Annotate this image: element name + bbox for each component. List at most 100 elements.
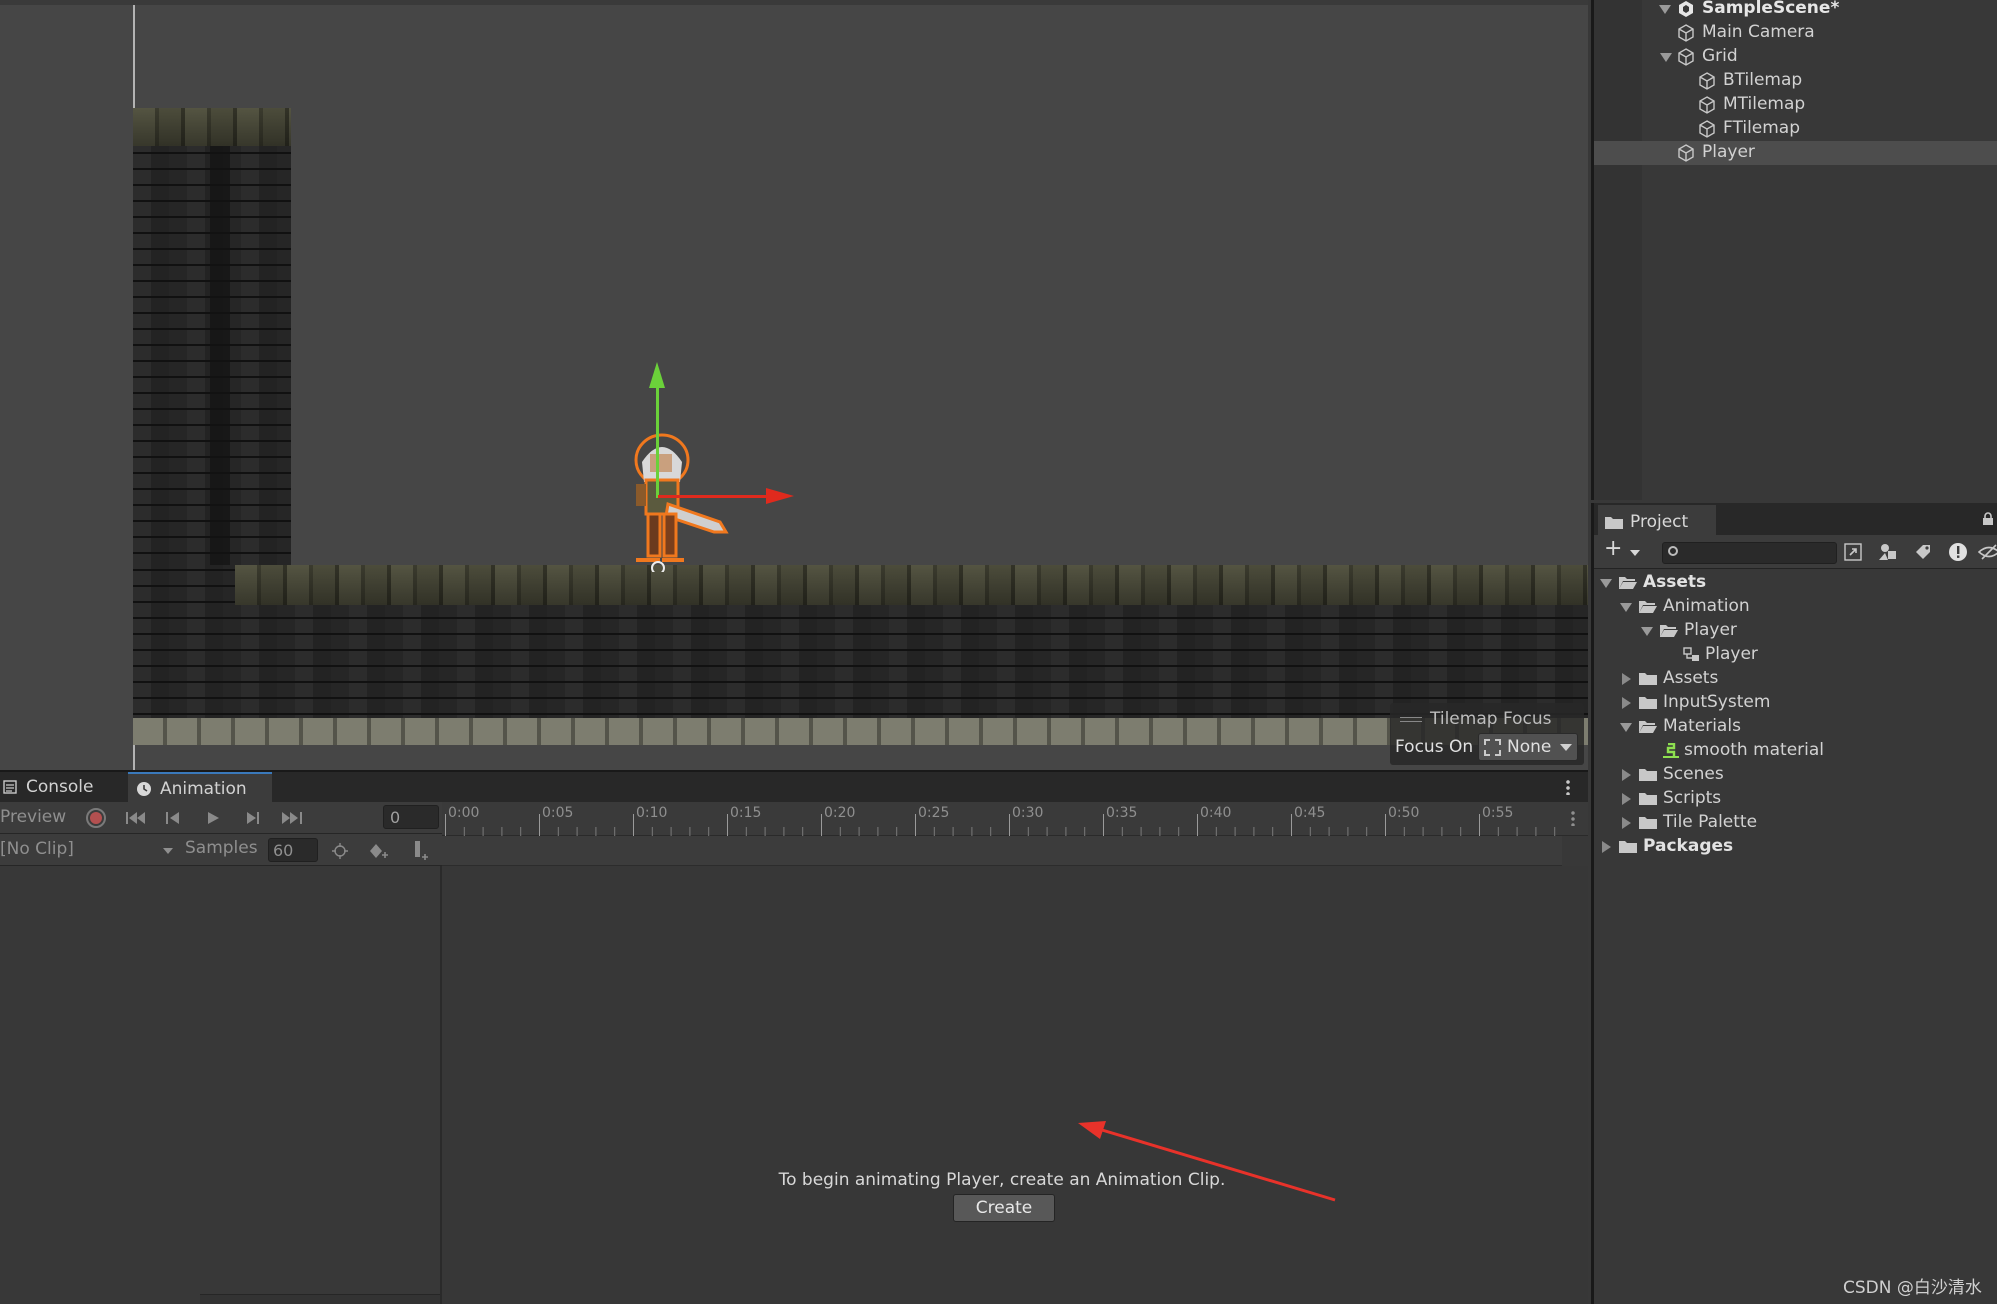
timeline-minor-tick [1065,827,1067,836]
gameobject-cube-icon [1678,24,1694,42]
drag-handle-icon[interactable] [1400,717,1422,722]
move-gizmo-x-axis[interactable] [658,495,768,498]
timeline-minor-tick [1027,827,1029,836]
move-gizmo-y-arrow-icon[interactable] [649,362,665,388]
hidden-eye-icon[interactable] [1978,541,1997,563]
create-clip-button[interactable]: Create [953,1194,1055,1222]
chevron-down-icon [163,848,173,854]
project-panel: Project + Assets Animation Player Player… [1591,503,1997,1304]
tree-item-scenes[interactable]: Scenes [1594,763,1997,787]
gameobject-cube-icon [1678,144,1694,162]
hierarchy-item-label: FTilemap [1723,118,1801,138]
hierarchy-item-ftilemap[interactable]: FTilemap [1644,117,1997,141]
fold-right-icon[interactable] [1622,817,1631,829]
annotation-arrow-icon [1078,1121,1336,1202]
tree-item-tile-palette[interactable]: Tile Palette [1594,811,1997,835]
tree-item-materials[interactable]: Materials [1594,715,1997,739]
tree-item-player-controller[interactable]: Player [1594,643,1997,667]
folder-icon [1605,517,1623,529]
fold-down-icon[interactable] [1620,723,1632,732]
clip-dropdown[interactable]: [No Clip] [0,838,176,862]
tree-item-packages[interactable]: Packages [1594,835,1997,859]
tree-item-assets[interactable]: Assets [1594,571,1997,595]
fold-down-icon[interactable] [1620,603,1632,612]
timeline-minor-tick [689,827,691,836]
add-event-icon[interactable] [410,840,430,862]
tree-item-smooth-material[interactable]: smooth material [1594,739,1997,763]
scene-view[interactable]: Tilemap Focus Focus On None [0,0,1588,770]
unity-scene-icon [1679,1,1693,17]
timeline-options-icon[interactable] [1571,810,1575,826]
timeline-minor-tick [1084,827,1086,836]
tree-item-inputsystem[interactable]: InputSystem [1594,691,1997,715]
add-keyframe-icon[interactable] [368,842,390,860]
tree-item-scripts[interactable]: Scripts [1594,787,1997,811]
tab-project[interactable]: Project [1598,505,1716,535]
samples-input[interactable] [268,838,318,862]
tab-console[interactable]: Console [0,772,124,802]
warning-icon[interactable] [1947,541,1969,563]
timeline-minor-tick [1403,827,1405,836]
search-by-type-icon[interactable] [1842,541,1864,563]
hierarchy-scene-row[interactable]: SampleScene* [1644,0,1997,21]
more-options-icon[interactable] [1566,779,1570,795]
next-keyframe-icon[interactable] [243,810,261,826]
tree-item-animation[interactable]: Animation [1594,595,1997,619]
fold-down-icon[interactable] [1641,627,1653,636]
first-keyframe-icon[interactable] [125,810,147,826]
fold-right-icon[interactable] [1622,673,1631,685]
tree-item-label: InputSystem [1663,692,1771,712]
filter-by-type-icon[interactable] [1877,541,1899,563]
timeline-minor-tick [708,827,710,836]
tree-item-label: Scenes [1663,764,1724,784]
tilemap-focus-overlay: Tilemap Focus Focus On None [1390,703,1584,765]
gameobject-cube-icon [1699,96,1715,114]
tree-item-assets-sub[interactable]: Assets [1594,667,1997,691]
plus-icon: + [1604,536,1623,561]
fold-down-icon[interactable] [1659,5,1671,14]
hierarchy-item-mtilemap[interactable]: MTilemap [1644,93,1997,117]
lock-icon[interactable] [1982,512,1994,525]
timeline-minor-tick [1159,827,1161,836]
timeline-minor-tick [971,827,973,836]
pillar-cap-tiles [133,108,291,146]
hierarchy-item-player[interactable]: Player [1594,141,1997,165]
samples-label: Samples [185,838,258,858]
folder-open-icon [1639,721,1657,733]
dopesheet-pane[interactable]: To begin animating Player, create an Ani… [442,866,1588,1304]
record-button[interactable] [86,808,106,828]
fold-right-icon[interactable] [1622,769,1631,781]
hierarchy-item-label: BTilemap [1723,70,1803,90]
fold-down-icon[interactable] [1600,579,1612,588]
fold-down-icon[interactable] [1660,53,1672,62]
last-keyframe-icon[interactable] [280,810,304,826]
fold-right-icon[interactable] [1622,697,1631,709]
hierarchy-item-label: Main Camera [1702,22,1815,42]
timeline-ruler[interactable]: 0:00 0:05 0:10 0:15 0:20 0:25 0:30 0:35 0:40 0:45… [442,802,1588,836]
tab-animation-label: Animation [160,779,247,799]
timeline-minor-tick [1309,827,1311,836]
move-gizmo-x-arrow-icon[interactable] [766,488,794,504]
timeline-major-tick [1103,814,1104,836]
timeline-minor-tick [651,827,653,836]
fold-right-icon[interactable] [1622,793,1631,805]
hierarchy-item-main-camera[interactable]: Main Camera [1644,21,1997,45]
play-icon[interactable] [205,810,221,826]
preview-toggle[interactable]: Preview [0,807,66,827]
filter-by-label-icon[interactable] [1912,541,1934,563]
search-icon [1668,546,1678,556]
focus-on-dropdown[interactable]: None [1478,733,1578,761]
timeline-minor-tick [1234,827,1236,836]
tree-item-player-folder[interactable]: Player [1594,619,1997,643]
filter-by-selection-icon[interactable] [331,842,349,860]
timeline-minor-tick [858,827,860,836]
add-asset-button[interactable]: + [1602,536,1644,565]
fold-right-icon[interactable] [1602,841,1611,853]
current-frame-input[interactable] [383,805,439,829]
tab-animation[interactable]: Animation [128,772,272,802]
project-search-input[interactable] [1662,542,1837,564]
hierarchy-item-btilemap[interactable]: BTilemap [1644,69,1997,93]
previous-keyframe-icon[interactable] [165,810,183,826]
hierarchy-item-grid[interactable]: Grid [1644,45,1997,69]
move-gizmo-y-axis[interactable] [656,380,659,498]
